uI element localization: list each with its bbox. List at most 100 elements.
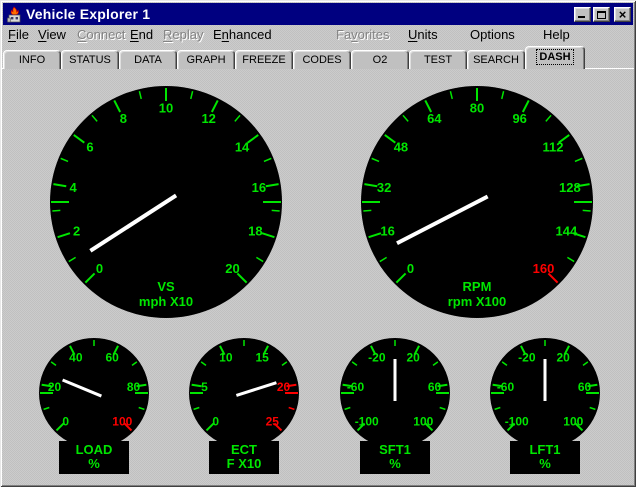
gauge-ect-tick-label: 10 xyxy=(219,351,233,365)
gauge-rpm-tick-label: 96 xyxy=(512,111,526,126)
maximize-icon xyxy=(597,11,606,19)
gauge-rpm-svg: 0 16 32 48 64 80 96 112 128 144 160 RPMrpm X100 xyxy=(361,86,593,318)
gauge-vehicle-speed: 0 2 4 6 8 10 12 14 16 18 20 VSmph X10 xyxy=(50,86,282,318)
gauge-vs-name-label: VS xyxy=(157,279,175,294)
menu-enhanced[interactable]: Enhanced xyxy=(213,27,272,42)
minimize-icon xyxy=(578,16,585,18)
tab-codes[interactable]: CODES xyxy=(293,50,351,69)
gauge-load-unit-label: % xyxy=(88,456,100,471)
tab-graph[interactable]: GRAPH xyxy=(177,50,235,69)
gauge-vs-tick-label: 8 xyxy=(120,111,127,126)
gauge-rpm-tick-label: 0 xyxy=(407,261,414,276)
gauge-sft1-svg: -100-60-202060100SFT1% xyxy=(335,337,455,477)
gauge-rpm-unit-label: rpm X100 xyxy=(448,294,507,309)
gauge-lft1-unit-label: % xyxy=(539,456,551,471)
gauge-ect-tick-label: 5 xyxy=(201,380,208,394)
title-bar[interactable]: Vehicle Explorer 1 × xyxy=(3,3,633,25)
gauge-load-name-label: LOAD xyxy=(76,442,113,457)
gauge-load-tick-label: 60 xyxy=(105,351,119,365)
gauge-sft1-unit-label: % xyxy=(389,456,401,471)
tab-test[interactable]: TEST xyxy=(409,50,467,69)
gauge-ect-tick-label: 0 xyxy=(212,415,219,429)
gauge-lft1-name-label: LFT1 xyxy=(529,442,560,457)
gauge-rpm-tick-label: 48 xyxy=(394,139,408,154)
gauge-lft1-tick-label: -20 xyxy=(518,351,536,365)
gauge-ect-tick-label: 25 xyxy=(266,415,280,429)
gauge-ect: 0 5 10 15 20 25 ECTF X10 xyxy=(184,337,304,477)
gauge-vs-tick-label: 6 xyxy=(86,139,93,154)
tab-freeze[interactable]: FREEZE xyxy=(235,50,293,69)
gauge-vs-tick-label: 20 xyxy=(225,261,239,276)
gauge-rpm-tick-label: 144 xyxy=(556,224,578,239)
gauge-rpm-tick-label: 80 xyxy=(470,101,484,116)
gauge-vs-tick-label: 12 xyxy=(201,111,215,126)
gauge-rpm-tick-label: 112 xyxy=(543,139,564,154)
gauge-vs-tick-label: 14 xyxy=(235,139,250,154)
gauge-lft1-svg: -100 -60 -20 20 60 100LFT1% xyxy=(485,337,605,477)
gauge-load-tick-label: 100 xyxy=(112,415,132,429)
gauge-lft1-tick-label: -60 xyxy=(497,380,515,394)
tab-o2[interactable]: O2 xyxy=(351,50,409,69)
gauge-vs-unit-label: mph X10 xyxy=(139,294,193,309)
gauge-vs-tick-label: 4 xyxy=(70,180,78,195)
gauge-vs-tick-label: 0 xyxy=(96,261,103,276)
menu-connect: Connect xyxy=(77,27,125,42)
gauge-sft1: -100-60-202060100SFT1% xyxy=(335,337,455,477)
close-icon: × xyxy=(615,7,630,22)
gauge-sft1-tick-label: 20 xyxy=(406,351,420,365)
menu-file[interactable]: File xyxy=(8,27,29,42)
gauge-rpm-name-label: RPM xyxy=(463,279,492,294)
tab-strip: INFOSTATUSDATAGRAPHFREEZECODESO2TESTSEAR… xyxy=(3,46,585,69)
gauge-sft1-tick-label: -100 xyxy=(355,415,379,429)
tab-search[interactable]: SEARCH xyxy=(467,50,525,69)
gauge-vs-tick-label: 16 xyxy=(252,180,266,195)
tab-dash[interactable]: DASH xyxy=(525,46,585,69)
maximize-button[interactable] xyxy=(593,7,610,22)
gauge-rpm: 0 16 32 48 64 80 96 112 128 144 160 RPMrpm X100 xyxy=(361,86,593,318)
menu-options[interactable]: Options xyxy=(470,27,515,42)
menu-favorites: Favorites xyxy=(336,27,389,42)
tab-data[interactable]: DATA xyxy=(119,50,177,69)
gauge-vs-tick-label: 2 xyxy=(73,224,80,239)
menu-help[interactable]: Help xyxy=(543,27,570,42)
gauge-sft1-tick-label: -20 xyxy=(368,351,386,365)
gauge-lft1-tick-label: 20 xyxy=(556,351,570,365)
menu-replay: Replay xyxy=(163,27,203,42)
gauge-load: 0 20 40 60 80 100 LOAD% xyxy=(34,337,154,477)
gauge-ect-svg: 0 5 10 15 20 25 ECTF X10 xyxy=(184,337,304,477)
gauge-ect-unit-label: F X10 xyxy=(227,456,262,471)
tab-label-selected: DASH xyxy=(537,50,572,64)
gauge-sft1-tick-label: 100 xyxy=(413,415,433,429)
gauge-lft1-tick-label: -100 xyxy=(505,415,529,429)
close-button[interactable]: × xyxy=(614,7,631,22)
gauge-rpm-tick-label: 160 xyxy=(533,261,555,276)
gauge-ect-name-label: ECT xyxy=(231,442,257,457)
gauge-vs-tick-label: 10 xyxy=(159,101,173,116)
vehicle-flame-icon[interactable] xyxy=(6,6,23,23)
gauge-load-tick-label: 20 xyxy=(48,380,62,394)
gauge-vs-svg: 0 2 4 6 8 10 12 14 16 18 20 VSmph X10 xyxy=(50,86,282,318)
gauge-ect-tick-label: 20 xyxy=(277,380,291,394)
gauge-load-tick-label: 80 xyxy=(127,380,141,394)
gauge-sft1-name-label: SFT1 xyxy=(379,442,411,457)
minimize-button[interactable] xyxy=(574,7,591,22)
gauge-rpm-tick-label: 128 xyxy=(559,180,581,195)
gauge-vs-tick-label: 18 xyxy=(248,224,262,239)
menu-units[interactable]: Units xyxy=(408,27,438,42)
menu-view[interactable]: View xyxy=(38,27,66,42)
gauge-ect-tick-label: 15 xyxy=(255,351,269,365)
gauge-load-tick-label: 0 xyxy=(62,415,69,429)
window-title: Vehicle Explorer 1 xyxy=(26,6,574,22)
gauge-lft1-tick-label: 100 xyxy=(563,415,583,429)
menu-end[interactable]: End xyxy=(130,27,153,42)
gauge-rpm-tick-label: 16 xyxy=(380,224,394,239)
gauge-lft1: -100 -60 -20 20 60 100LFT1% xyxy=(485,337,605,477)
gauge-rpm-tick-label: 32 xyxy=(377,180,391,195)
gauge-lft1-tick-label: 60 xyxy=(578,380,592,394)
menu-bar: File View Connect End Replay Enhanced Favorite… xyxy=(0,27,636,45)
gauge-rpm-tick-label: 64 xyxy=(427,111,442,126)
gauge-load-svg: 0 20 40 60 80 100 LOAD% xyxy=(34,337,154,477)
tab-info[interactable]: INFO xyxy=(3,50,61,69)
tab-status[interactable]: STATUS xyxy=(61,50,119,69)
gauge-load-tick-label: 40 xyxy=(69,351,83,365)
